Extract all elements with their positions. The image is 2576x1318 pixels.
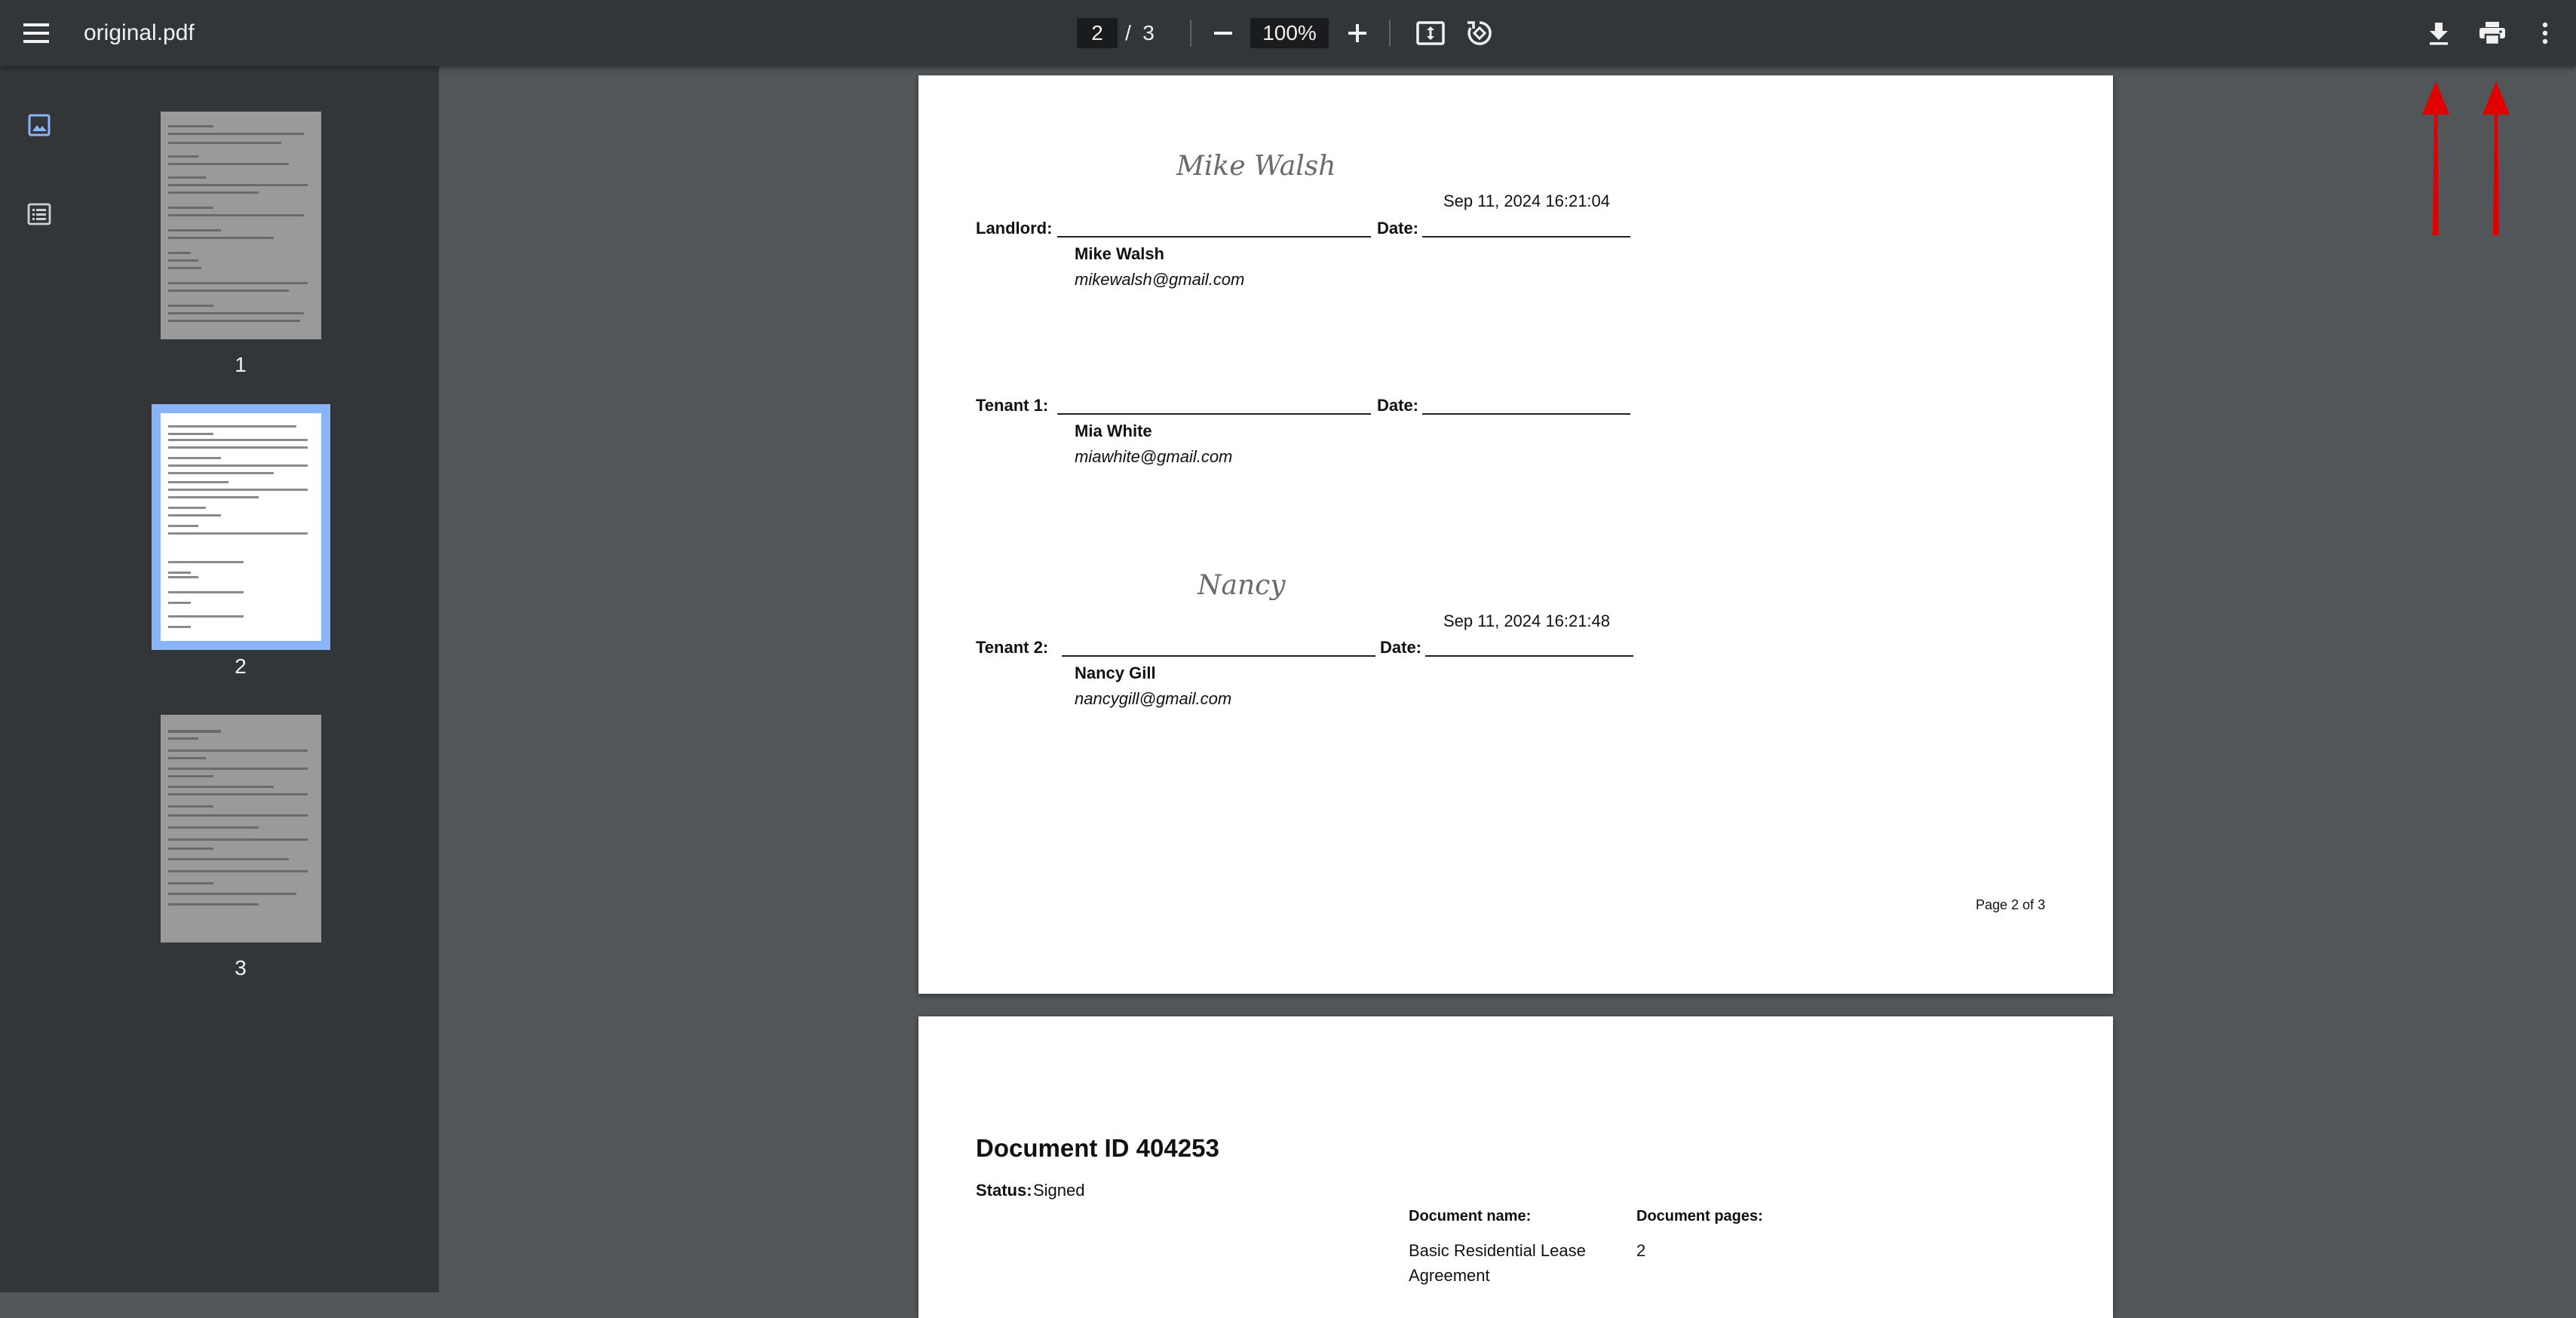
landlord-label: Landlord: [976, 219, 1053, 238]
menu-icon[interactable] [17, 17, 56, 50]
rotate-icon[interactable] [1461, 15, 1498, 51]
page-thumbnail-3[interactable] [161, 715, 321, 943]
annotation-arrow-print [2482, 81, 2510, 235]
tenant1-name: Mia White [1075, 421, 1152, 440]
status-value: Signed [1033, 1181, 1085, 1200]
date-label: Date: [1377, 219, 1419, 238]
tenant1-email: miawhite@gmail.com [1075, 447, 1233, 466]
page-separator: / [1125, 21, 1131, 44]
zoom-input[interactable] [1250, 18, 1329, 48]
tenant2-name: Nancy Gill [1075, 664, 1156, 682]
minus-icon[interactable] [1207, 17, 1240, 50]
page-thumbnail-2[interactable] [152, 404, 330, 650]
fit-page-icon[interactable] [1413, 17, 1448, 50]
date-line [1425, 655, 1633, 657]
date-line [1422, 236, 1630, 238]
document-pages-value: 2 [1636, 1241, 1646, 1260]
outline-icon[interactable] [20, 195, 59, 234]
tenant2-signature: Nancy [1198, 570, 1286, 601]
landlord-signature: Mike Walsh [1176, 151, 1336, 182]
page-total: 3 [1142, 21, 1155, 44]
document-title: original.pdf [84, 20, 195, 45]
thumbnails-icon[interactable] [20, 106, 59, 145]
tenant2-label: Tenant 2: [976, 638, 1049, 657]
toolbar-divider [1190, 20, 1191, 47]
thumbnail-label: 1 [235, 353, 247, 376]
page-number-input[interactable] [1077, 18, 1118, 48]
document-name-value-cont: Agreement [1409, 1266, 1490, 1285]
landlord-email: mikewalsh@gmail.com [1075, 270, 1245, 289]
download-icon[interactable] [2421, 15, 2457, 51]
document-pages-label: Document pages: [1636, 1208, 1763, 1225]
plus-icon[interactable] [1341, 17, 1374, 50]
signature-line [1057, 236, 1371, 238]
more-vert-icon[interactable] [2532, 15, 2558, 51]
thumbnail-label: 2 [235, 654, 247, 678]
annotation-arrow-download [2422, 81, 2449, 235]
tenant1-label: Tenant 1: [976, 396, 1049, 415]
tenant2-signed-date: Sep 11, 2024 16:21:48 [1443, 611, 1611, 630]
print-icon[interactable] [2473, 15, 2511, 51]
thumbnail-sidebar: 1 2 3 [0, 66, 439, 1292]
document-name-label: Document name: [1409, 1208, 1532, 1225]
pdf-page-3: Document ID 404253 Status: Signed Docume… [918, 1016, 2113, 1318]
toolbar-divider [1389, 20, 1391, 47]
landlord-signed-date: Sep 11, 2024 16:21:04 [1443, 192, 1611, 210]
thumbnail-label: 3 [235, 956, 247, 979]
signature-line [1062, 655, 1375, 657]
page-thumbnail-1[interactable] [161, 112, 321, 339]
date-label: Date: [1377, 396, 1419, 415]
signature-line [1057, 413, 1371, 415]
page-footer: Page 2 of 3 [1976, 897, 2046, 912]
date-label: Date: [1380, 638, 1422, 657]
document-id-heading: Document ID 404253 [976, 1134, 1219, 1162]
document-name-value: Basic Residential Lease [1409, 1241, 1586, 1260]
toolbar: original.pdf / 3 [0, 0, 2576, 66]
tenant2-email: nancygill@gmail.com [1075, 689, 1232, 708]
status-label: Status: [976, 1181, 1032, 1200]
landlord-name: Mike Walsh [1075, 244, 1164, 263]
date-line [1422, 413, 1630, 415]
pdf-page-2: Mike Walsh Sep 11, 2024 16:21:04 Landlor… [918, 75, 2113, 994]
